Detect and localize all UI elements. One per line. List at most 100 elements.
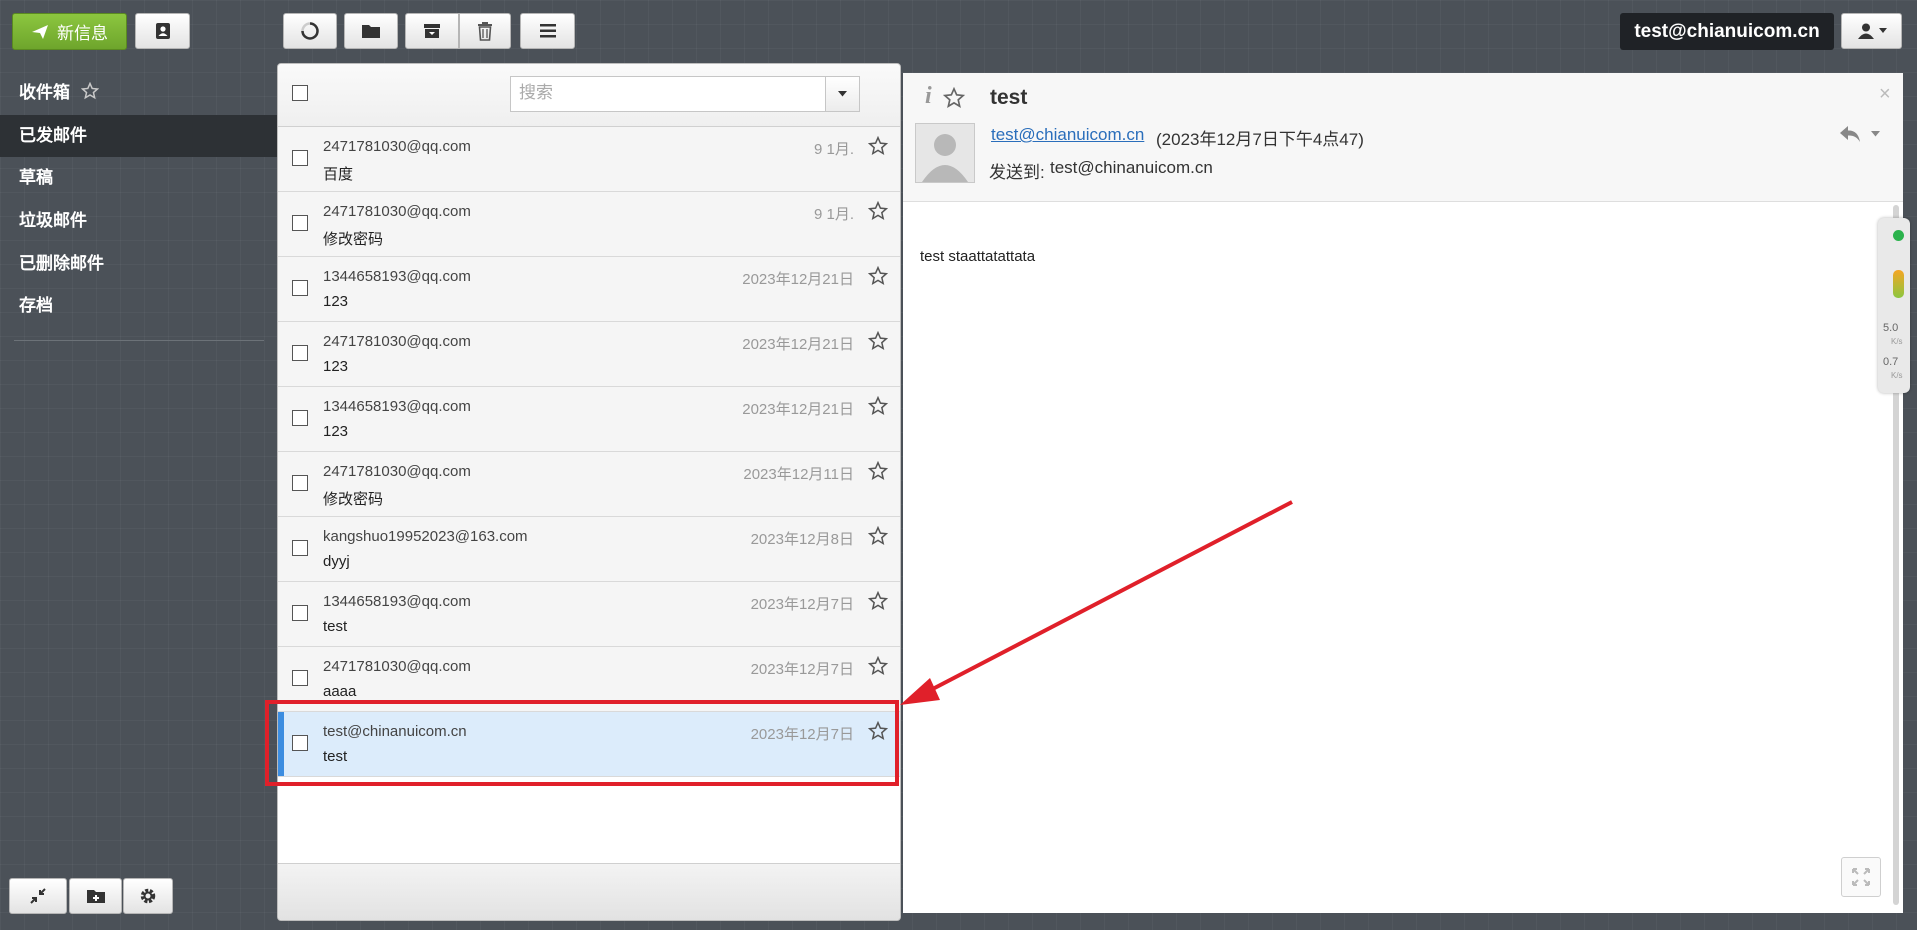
info-icon[interactable]: i [925,83,932,110]
folder-plus-icon [86,890,105,903]
message-from: 2471781030@qq.com [323,203,471,220]
archive-button[interactable] [405,13,459,49]
caret-down-icon [1878,28,1887,33]
avatar [915,123,975,183]
folder-label: 已发邮件 [19,126,87,145]
folder-trash[interactable]: 已删除邮件 [0,243,277,285]
message-from: 1344658193@qq.com [323,268,471,285]
message-checkbox[interactable] [292,345,308,361]
message-subject: 123 [323,358,349,375]
caret-down-icon[interactable] [1871,131,1880,137]
message-date: 9 1月. [813,141,854,158]
folder-junk[interactable]: 垃圾邮件 [0,200,277,242]
compose-button[interactable]: 新信息 [12,13,127,50]
fullscreen-button[interactable] [1841,857,1881,897]
menu-lines-icon [539,24,556,38]
download-unit: K/s [1891,371,1903,380]
message-date: 2023年12月21日 [742,336,854,353]
folder-archive[interactable]: 存档 [0,285,277,327]
message-checkbox[interactable] [292,475,308,491]
folder-sent[interactable]: 已发邮件 [0,115,277,157]
message-from: test@chinanuicom.cn [323,723,467,740]
message-date: 2023年12月21日 [742,401,854,418]
message-date: 2023年12月21日 [742,271,854,288]
message-checkbox[interactable] [292,410,308,426]
message-row[interactable]: 2471781030@qq.com 修改密码 9 1月. [278,192,900,257]
message-subject: 修改密码 [323,231,384,248]
more-menu-button[interactable] [520,13,575,49]
message-from: 1344658193@qq.com [323,593,471,610]
list-footer [278,863,900,920]
star-outline-icon[interactable] [868,526,888,546]
settings-button[interactable] [123,878,173,914]
message-subject: aaaa [323,683,357,700]
new-folder-button[interactable] [69,878,122,914]
star-outline-icon[interactable] [868,331,888,351]
message-row[interactable]: 1344658193@qq.com test 2023年12月7日 [278,582,900,647]
upload-speed: 5.0 [1883,322,1899,334]
message-subject-title: test [990,86,1028,109]
message-subject: test [323,618,348,635]
sent-time: (2023年12月7日下午4点47) [1156,130,1364,149]
close-icon[interactable]: × [1879,83,1891,106]
message-checkbox[interactable] [292,280,308,296]
message-row[interactable]: 1344658193@qq.com 123 2023年12月21日 [278,257,900,322]
move-folder-button[interactable] [344,13,398,49]
send-icon [32,24,48,39]
user-menu-button[interactable] [1841,13,1902,49]
to-label: 发送到: [989,163,1045,182]
star-outline-icon[interactable] [80,81,100,100]
message-date: 2023年12月7日 [750,726,854,743]
select-all-checkbox[interactable] [292,85,308,101]
message-row[interactable]: 2471781030@qq.com 百度 9 1月. [278,127,900,192]
delete-button[interactable] [459,13,511,49]
message-row[interactable]: 2471781030@qq.com 修改密码 2023年12月11日 [278,452,900,517]
message-from: 2471781030@qq.com [323,463,471,480]
folder-inbox[interactable]: 收件箱 [0,72,277,114]
message-checkbox[interactable] [292,540,308,556]
message-checkbox[interactable] [292,735,308,751]
person-silhouette-icon [922,134,968,182]
address-book-icon [155,23,170,39]
upload-unit: K/s [1891,337,1903,346]
message-date: 2023年12月7日 [750,661,854,678]
sender-link[interactable]: test@chianuicom.cn [991,125,1144,145]
user-email-badge: test@chianuicom.cn [1620,13,1834,50]
message-subject: dyyj [323,553,350,570]
star-outline-icon[interactable] [868,396,888,416]
star-outline-icon[interactable] [868,266,888,286]
star-outline-icon[interactable] [868,656,888,676]
collapse-button[interactable] [9,878,67,914]
message-checkbox[interactable] [292,605,308,621]
star-outline-icon[interactable] [868,201,888,221]
message-row[interactable]: kangshuo19952023@163.com dyyj 2023年12月8日 [278,517,900,582]
message-checkbox[interactable] [292,215,308,231]
reply-icon[interactable] [1839,125,1861,143]
message-subject: 123 [323,293,349,310]
message-row[interactable]: 1344658193@qq.com 123 2023年12月21日 [278,387,900,452]
message-checkbox[interactable] [292,670,308,686]
star-outline-icon[interactable] [868,721,888,741]
star-outline-icon[interactable] [868,461,888,481]
message-checkbox[interactable] [292,150,308,166]
to-address: test@chinanuicom.cn [1050,158,1213,177]
message-row-selected[interactable]: test@chinanuicom.cn test 2023年12月7日 [278,712,900,777]
preview-header: i test × test@chianuicom.cn (2023年12月7日下… [903,73,1903,202]
search-input[interactable] [511,77,827,109]
folder-drafts[interactable]: 草稿 [0,157,277,199]
star-outline-icon[interactable] [943,87,965,109]
user-icon [1857,23,1874,39]
message-row[interactable]: 2471781030@qq.com 123 2023年12月21日 [278,322,900,387]
message-subject: 修改密码 [323,491,384,508]
contacts-button[interactable] [135,13,190,49]
star-outline-icon[interactable] [868,136,888,156]
message-date: 2023年12月7日 [750,596,854,613]
star-outline-icon[interactable] [868,591,888,611]
search-options-button[interactable] [825,77,859,111]
selection-indicator [278,712,284,776]
message-row[interactable]: 2471781030@qq.com aaaa 2023年12月7日 [278,647,900,712]
refresh-button[interactable] [283,13,337,49]
list-header [278,64,900,127]
gear-icon [140,888,156,904]
folder-label: 收件箱 [19,83,70,102]
